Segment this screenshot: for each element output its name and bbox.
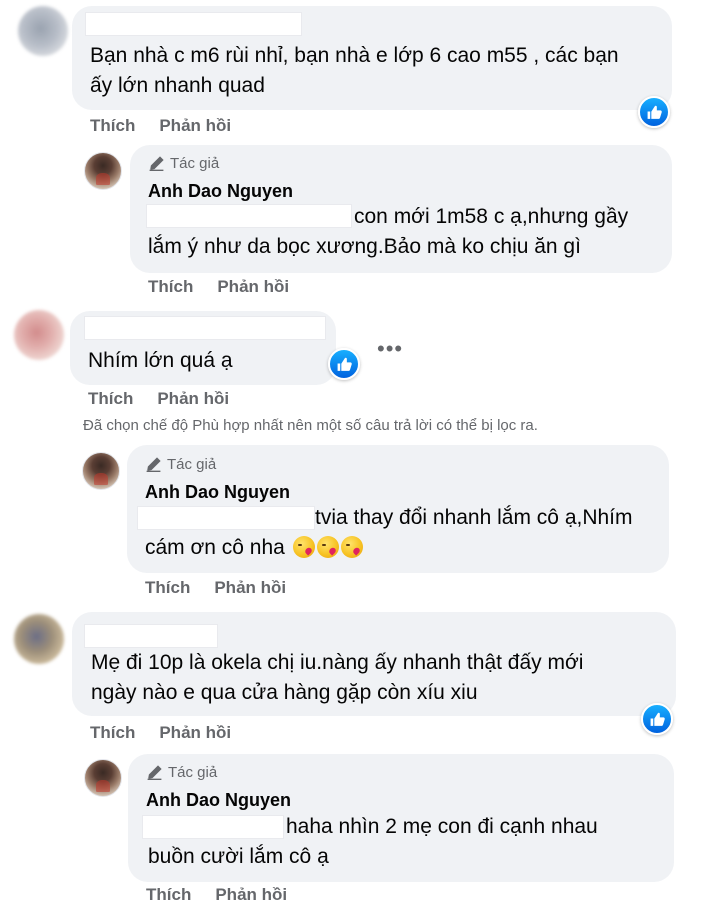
- thumbs-up-icon: [647, 105, 662, 119]
- comment-actions: Thích Phản hồi: [90, 116, 231, 136]
- thumbs-up-icon: [650, 712, 665, 726]
- comment-text: Bạn nhà c m6 rùi nhỉ, bạn nhà e lớp 6 ca…: [90, 44, 619, 97]
- author-badge: Tác giả: [146, 764, 217, 781]
- author-name[interactable]: Anh Dao Nguyen: [146, 790, 291, 811]
- reply-actions: Thích Phản hồi: [145, 578, 286, 598]
- comment-actions: Thích Phản hồi: [88, 389, 229, 409]
- reply-text: con mới 1m58 c ạ,nhưng gầy lắm ý như da …: [148, 205, 629, 258]
- comment-actions: Thích Phản hồi: [90, 723, 231, 743]
- reply-link[interactable]: Phản hồi: [159, 723, 231, 743]
- reply-link[interactable]: Phản hồi: [159, 116, 231, 136]
- redacted-commenter-name: [84, 316, 326, 340]
- author-avatar[interactable]: [84, 152, 122, 190]
- author-avatar[interactable]: [82, 452, 120, 490]
- kissing-heart-emoji: [292, 536, 315, 558]
- pencil-icon: [149, 156, 164, 171]
- comment-text: Mẹ đi 10p là okela chị iu.nàng ấy nhanh …: [91, 651, 584, 704]
- comment-text: Nhím lớn quá ạ: [88, 349, 233, 372]
- reply-actions: Thích Phản hồi: [146, 885, 287, 905]
- like-link[interactable]: Thích: [148, 277, 193, 297]
- redacted-commenter-name: [84, 624, 218, 648]
- like-link[interactable]: Thích: [90, 723, 135, 743]
- kissing-heart-emoji: [316, 536, 339, 558]
- redacted-commenter-name: [85, 12, 302, 36]
- like-link[interactable]: Thích: [90, 116, 135, 136]
- reply-actions: Thích Phản hồi: [148, 277, 289, 297]
- like-reaction-badge[interactable]: [641, 703, 673, 735]
- more-options-button[interactable]: •••: [377, 338, 403, 360]
- reply-text: haha nhìn 2 mẹ con đi cạnh nhau buồn cườ…: [148, 815, 598, 868]
- author-badge: Tác giả: [145, 456, 216, 473]
- commenter-avatar[interactable]: [18, 6, 68, 56]
- author-name[interactable]: Anh Dao Nguyen: [148, 181, 293, 202]
- like-link[interactable]: Thích: [146, 885, 191, 905]
- like-reaction-badge[interactable]: [638, 96, 670, 128]
- reply-text: tvia thay đổi nhanh lắm cô ạ,Nhím cám ơn…: [145, 506, 633, 559]
- reply-link[interactable]: Phản hồi: [157, 389, 229, 409]
- reply-link[interactable]: Phản hồi: [215, 885, 287, 905]
- pencil-icon: [146, 457, 161, 472]
- kissing-heart-emoji: [340, 536, 363, 558]
- like-link[interactable]: Thích: [145, 578, 190, 598]
- thumbs-up-icon: [337, 357, 352, 371]
- commenter-avatar[interactable]: [14, 614, 64, 664]
- like-link[interactable]: Thích: [88, 389, 133, 409]
- filter-notice: Đã chọn chế độ Phù hợp nhất nên một số c…: [83, 417, 538, 434]
- author-avatar[interactable]: [84, 759, 122, 797]
- author-badge: Tác giả: [148, 155, 219, 172]
- commenter-avatar[interactable]: [14, 310, 64, 360]
- reply-link[interactable]: Phản hồi: [217, 277, 289, 297]
- like-reaction-badge[interactable]: [328, 348, 360, 380]
- reply-link[interactable]: Phản hồi: [214, 578, 286, 598]
- author-name[interactable]: Anh Dao Nguyen: [145, 482, 290, 503]
- pencil-icon: [147, 765, 162, 780]
